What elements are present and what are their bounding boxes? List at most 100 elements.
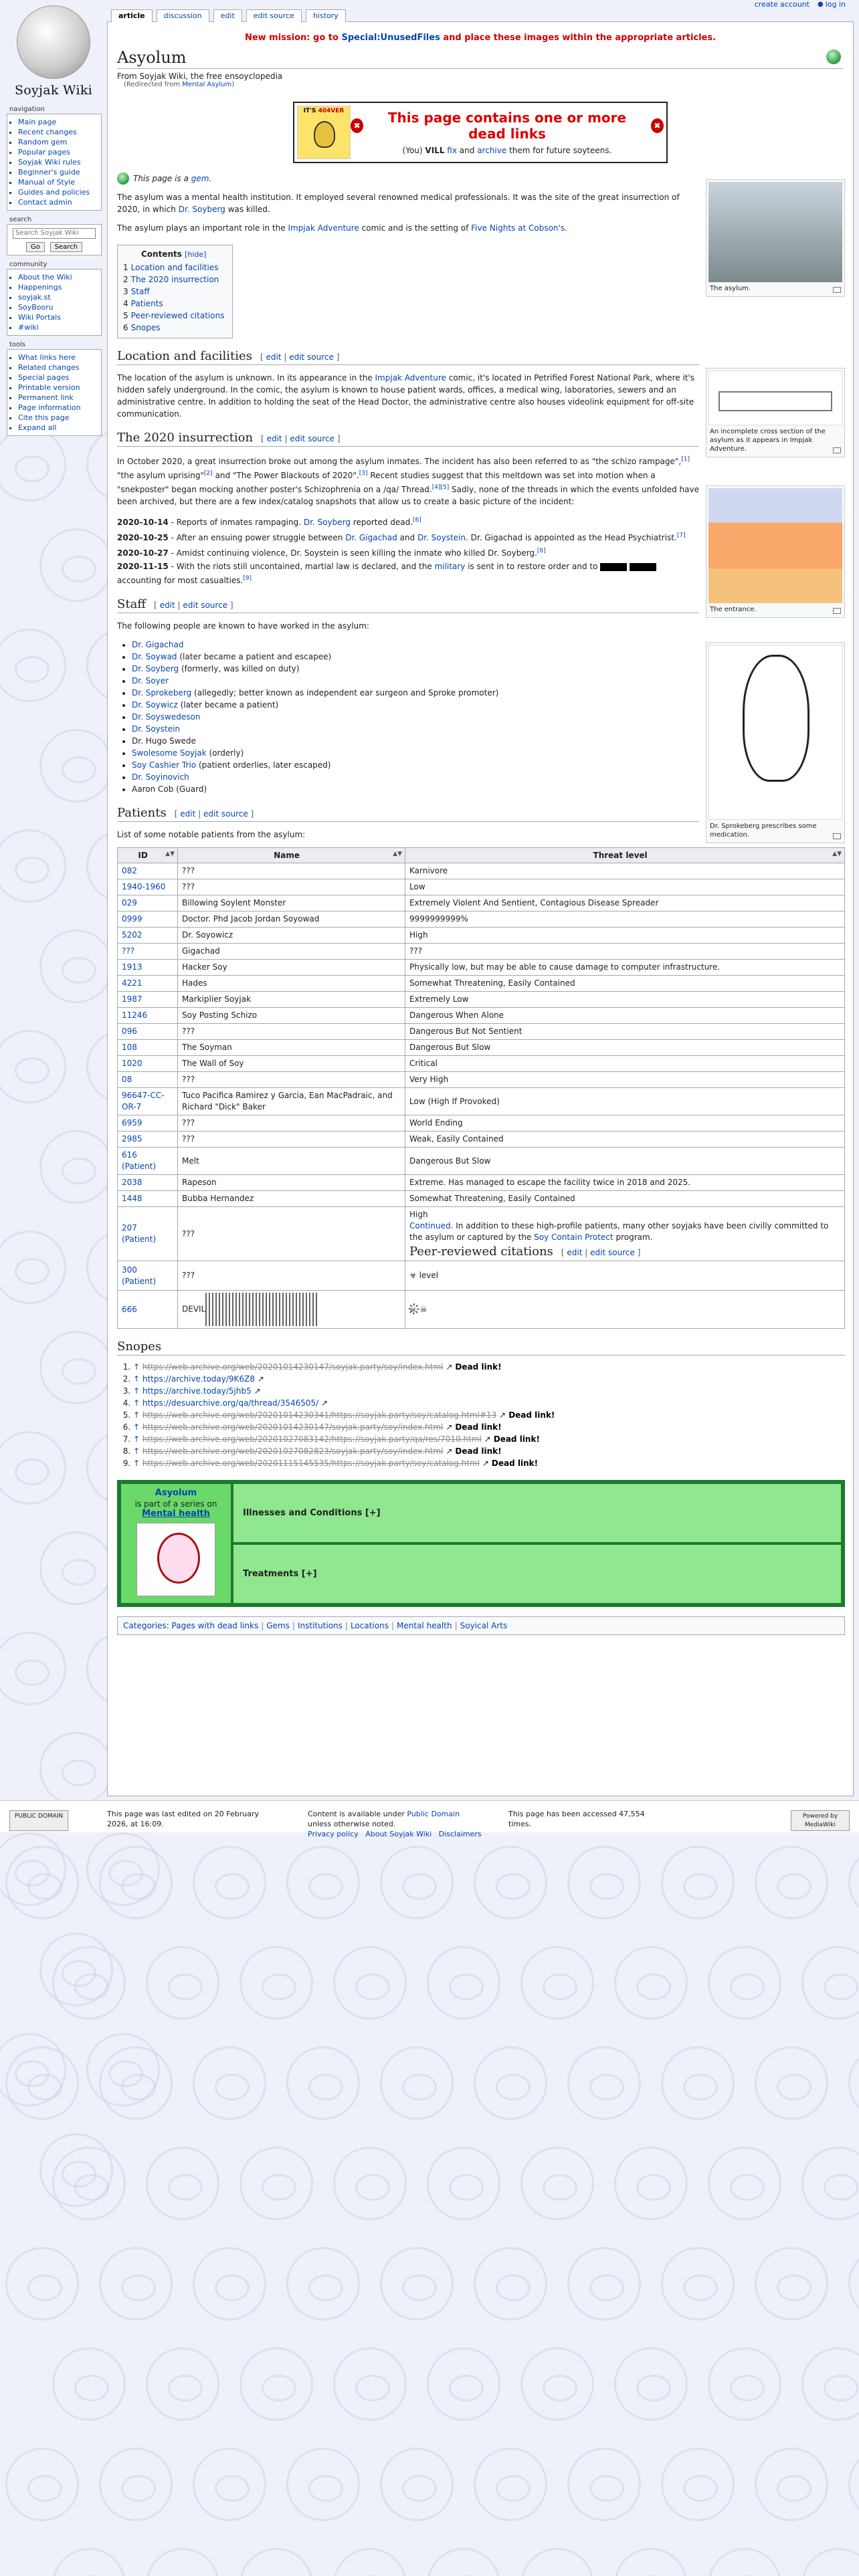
patient-id-link[interactable]: 6959 — [117, 1115, 178, 1132]
patient-id-link[interactable]: 0999 — [117, 911, 178, 928]
mediawiki-badge[interactable]: Powered by MediaWiki — [791, 1810, 850, 1831]
mental-asylum-link[interactable]: Mental Asylum — [182, 81, 231, 88]
enlarge-icon[interactable] — [833, 833, 841, 839]
military-link[interactable]: military — [435, 562, 466, 571]
sidebar-nav-item[interactable]: Recent changes — [18, 127, 97, 137]
mental-health-link[interactable]: Mental health — [125, 1509, 227, 1519]
fix-link[interactable]: fix — [447, 146, 457, 155]
toc-item[interactable]: 3 Staff — [123, 286, 224, 298]
impjak-adventure-link[interactable]: Impjak Adventure — [375, 373, 446, 383]
dead-reference-link[interactable]: https://web.archive.org/web/202010142301… — [142, 1362, 444, 1372]
category-link[interactable]: Institutions — [298, 1621, 343, 1630]
cross-section-image[interactable] — [708, 370, 842, 425]
sidebar-tools-item[interactable]: Printable version — [18, 383, 97, 393]
sidebar-nav-item[interactable]: Random gem — [18, 137, 97, 147]
toc-item[interactable]: 6 Snopes — [123, 322, 224, 334]
category-link[interactable]: Locations — [351, 1621, 389, 1630]
patient-id-link[interactable]: 616 (Patient) — [117, 1147, 178, 1175]
sidebar-nav-item[interactable]: Main page — [18, 117, 97, 127]
sidebar-nav-item[interactable]: Popular pages — [18, 147, 97, 157]
edit-source-link[interactable]: edit source — [183, 601, 227, 610]
back-arrow-icon[interactable]: ↑ — [133, 1434, 142, 1444]
privacy-policy-link[interactable]: Privacy policy — [308, 1830, 359, 1838]
staff-link[interactable]: Swolesome Soyjak — [132, 748, 207, 758]
patient-id-link[interactable]: 1448 — [117, 1190, 178, 1207]
enlarge-icon[interactable] — [833, 287, 841, 293]
patient-id-link[interactable]: 096 — [117, 1023, 178, 1040]
sidebar-tools-item[interactable]: Page information — [18, 403, 97, 413]
patient-id-link[interactable]: 96647-CC-OR-7 — [117, 1087, 178, 1115]
site-logo[interactable]: Soyjak Wiki — [4, 3, 103, 103]
edit-source-link[interactable]: edit source — [203, 809, 248, 819]
category-link[interactable]: Gems — [266, 1621, 290, 1630]
patient-id-link[interactable]: 300 (Patient) — [117, 1261, 178, 1291]
patient-id-link[interactable]: 108 — [117, 1039, 178, 1056]
staff-link[interactable]: Dr. Soyberg — [132, 664, 179, 673]
sidebar-nav-item[interactable]: Contact admin — [18, 197, 97, 207]
enlarge-icon[interactable] — [833, 608, 841, 614]
navbox-title-link[interactable]: Asyolum — [125, 1488, 227, 1498]
back-arrow-icon[interactable]: ↑ — [133, 1386, 142, 1396]
patient-id-link[interactable]: 082 — [117, 863, 178, 879]
column-header-id[interactable]: ID ▲▼ — [117, 847, 178, 863]
tab-article[interactable]: article — [111, 9, 153, 22]
patient-id-link[interactable]: 1020 — [117, 1055, 178, 1072]
column-header-threat[interactable]: Threat level ▲▼ — [405, 847, 845, 863]
search-input[interactable] — [13, 227, 96, 239]
toc-item[interactable]: 2 The 2020 insurrection — [123, 274, 224, 286]
edit-source-link[interactable]: edit source — [590, 1248, 635, 1257]
sidebar-nav-item[interactable]: Beginner's guide — [18, 167, 97, 177]
continued-link[interactable]: Continued — [409, 1221, 451, 1230]
staff-link[interactable]: Dr. Soywicz — [132, 700, 178, 710]
sidebar-tools-item[interactable]: Cite this page — [18, 413, 97, 423]
staff-link[interactable]: Dr. Soyswedeson — [132, 712, 200, 722]
reference-link[interactable]: [6] — [413, 517, 421, 524]
edit-source-link[interactable]: edit source — [289, 352, 334, 362]
sidebar-tools-item[interactable]: Special pages — [18, 372, 97, 383]
staff-link[interactable]: Dr. Soyinovich — [132, 772, 189, 782]
sidebar-tools-item[interactable]: Expand all — [18, 423, 97, 433]
staff-link[interactable]: Dr. Soywad — [132, 652, 177, 661]
create-account-link[interactable]: create account — [755, 0, 809, 9]
reference-link[interactable]: [3] — [359, 470, 368, 477]
reference-link[interactable]: [8] — [537, 548, 546, 554]
entrance-image[interactable] — [708, 488, 842, 603]
soy-contain-protect-link[interactable]: Soy Contain Protect — [534, 1232, 613, 1242]
reference-url-link[interactable]: https://archive.today/5jhb5 — [142, 1386, 252, 1396]
public-domain-badge[interactable]: PUBLIC DOMAIN — [9, 1810, 68, 1831]
gem-link[interactable]: gem — [191, 174, 209, 183]
edit-source-link[interactable]: edit source — [290, 434, 335, 443]
fnac-link[interactable]: Five Nights at Cobson's — [471, 223, 565, 233]
patient-id-link[interactable]: 666 — [117, 1290, 178, 1329]
edit-link[interactable]: edit — [267, 434, 282, 443]
reference-link[interactable]: [9] — [243, 575, 252, 582]
edit-link[interactable]: edit — [160, 601, 175, 610]
back-arrow-icon[interactable]: ↑ — [133, 1422, 142, 1432]
sprokeberg-image[interactable] — [708, 645, 842, 820]
patient-id-link[interactable]: 1913 — [117, 959, 178, 976]
sidebar-community-item[interactable]: Happenings — [18, 282, 97, 292]
sidebar-community-item[interactable]: #wiki — [18, 322, 97, 332]
disclaimers-link[interactable]: Disclaimers — [439, 1830, 482, 1838]
back-arrow-icon[interactable]: ↑ — [133, 1446, 142, 1456]
tab-edit[interactable]: edit — [213, 9, 242, 22]
toc-link[interactable]: Peer-reviewed citations — [131, 311, 225, 320]
reference-url-link[interactable]: https://desuarchive.org/qa/thread/354650… — [142, 1398, 318, 1408]
archive-link[interactable]: archive — [477, 146, 506, 155]
patient-id-link[interactable]: 2985 — [117, 1131, 178, 1148]
toc-link[interactable]: Patients — [131, 299, 163, 308]
sidebar-nav-item[interactable]: Manual of Style — [18, 177, 97, 187]
dead-reference-link[interactable]: https://web.archive.org/web/202010270828… — [142, 1446, 444, 1456]
toc-item[interactable]: 5 Peer-reviewed citations — [123, 310, 224, 322]
dead-reference-link[interactable]: https://web.archive.org/web/202011151455… — [142, 1459, 480, 1468]
enlarge-icon[interactable] — [833, 447, 841, 453]
back-arrow-icon[interactable]: ↑ — [133, 1410, 142, 1420]
reference-link[interactable]: [7] — [677, 532, 686, 539]
categories-label-link[interactable]: Categories — [123, 1621, 167, 1630]
patient-id-link[interactable]: 1987 — [117, 991, 178, 1008]
tab-history[interactable]: history — [305, 9, 346, 22]
impjak-adventure-link[interactable]: Impjak Adventure — [288, 223, 359, 233]
dead-reference-link[interactable]: https://web.archive.org/web/202010142303… — [142, 1410, 496, 1420]
sidebar-nav-item[interactable]: Soyjak Wiki rules — [18, 157, 97, 167]
edit-link[interactable]: edit — [180, 809, 195, 819]
